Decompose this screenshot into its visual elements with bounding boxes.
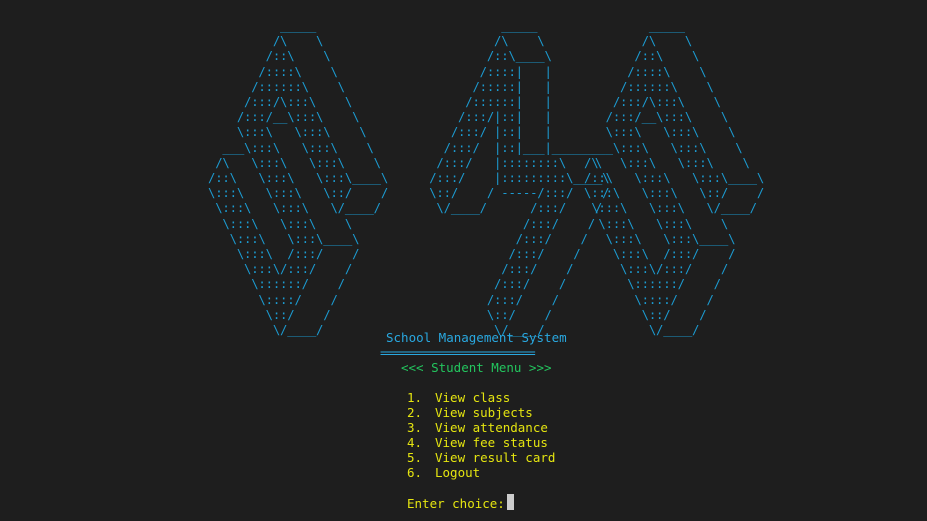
student-menu-heading: <<< Student Menu >>> — [401, 360, 552, 375]
menu-item-label: View class — [435, 390, 511, 405]
ascii-art-middle-letter: _____ /\ \ /::\____\ /::::| | /:::::| | … — [429, 19, 610, 338]
text-cursor[interactable] — [507, 494, 514, 510]
menu-item-number: 5. — [407, 450, 423, 465]
title-divider: ========================== — [380, 345, 536, 360]
menu-item-label: Logout — [435, 465, 481, 480]
choice-prompt: Enter choice: — [407, 496, 513, 511]
menu-item-number: 1. — [407, 390, 423, 405]
menu-item-number: 2. — [407, 405, 423, 420]
menu-item-view-fee-status: 4. View fee status — [407, 435, 548, 450]
menu-item-label: View attendance — [435, 420, 548, 435]
menu-item-label: View fee status — [435, 435, 548, 450]
menu-item-view-attendance: 3. View attendance — [407, 420, 548, 435]
menu-item-view-subjects: 2. View subjects — [407, 405, 533, 420]
menu-item-number: 6. — [407, 465, 423, 480]
ascii-art-left-letter: _____ /\ \ /::\ \ /::::\ \ /::::::\ \ /:… — [208, 19, 389, 338]
menu-item-view-result-card: 5. View result card — [407, 450, 555, 465]
menu-item-number: 3. — [407, 420, 423, 435]
terminal-window[interactable]: _____ /\ \ /::\ \ /::::\ \ /::::::\ \ /:… — [0, 0, 927, 521]
menu-item-number: 4. — [407, 435, 423, 450]
menu-item-label: View result card — [435, 450, 556, 465]
menu-item-logout: 6. Logout — [407, 465, 480, 480]
menu-item-label: View subjects — [435, 405, 533, 420]
menu-item-view-class: 1. View class — [407, 390, 510, 405]
ascii-art-right-letter: _____ /\ \ /::\ \ /::::\ \ /::::::\ \ /:… — [584, 19, 765, 338]
app-title: School Management System — [386, 330, 567, 345]
